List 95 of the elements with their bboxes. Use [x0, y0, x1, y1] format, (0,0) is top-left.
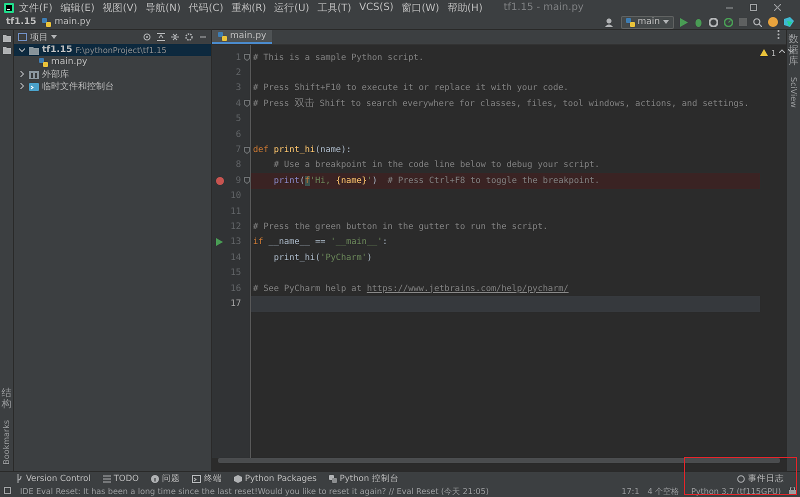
locate-icon[interactable]	[143, 33, 151, 41]
coverage-icon[interactable]	[709, 18, 718, 26]
scratch-file-icon	[29, 82, 39, 90]
code-line: # This is a sample Python script.	[252, 52, 425, 65]
branch-icon	[16, 474, 23, 483]
tree-item[interactable]: 临时文件和控制台	[14, 80, 211, 92]
info-icon	[150, 474, 159, 482]
python-file-icon	[218, 32, 227, 40]
bookmarks-tool-tab[interactable]: Bookmarks	[2, 420, 11, 465]
package-icon	[234, 474, 242, 482]
caret-icon	[51, 35, 57, 39]
breakpoint-icon[interactable]	[216, 176, 224, 185]
tool-window-tab[interactable]: Version Control	[16, 474, 91, 484]
menu-item[interactable]: 编辑(E)	[58, 0, 98, 14]
caret-position[interactable]: 17:1	[622, 486, 640, 496]
tree-item[interactable]: main.py	[14, 56, 211, 68]
status-message[interactable]: IDE Eval Reset: It has been a long time since the last reset!Would you like to reset it again? // Eval Reset (今天 21:05)	[20, 486, 614, 496]
window-title: tf1.15 - main.py	[504, 2, 585, 13]
expand-all-icon[interactable]	[157, 33, 165, 41]
close-icon	[774, 4, 781, 11]
tool-window-tab[interactable]: TODO	[102, 474, 139, 484]
interpreter-selector[interactable]: Python 3.7 (tf115GPU)	[691, 486, 781, 496]
tree-item[interactable]: 外部库	[14, 68, 211, 80]
folder-path: F:\pythonProject\tf1.15	[75, 46, 167, 54]
debug-icon[interactable]	[694, 18, 703, 26]
run-configuration-dropdown[interactable]: main	[620, 16, 674, 28]
terminal-icon	[192, 474, 201, 482]
menu-item[interactable]: 导航(N)	[142, 0, 184, 14]
tree-item-label: main.py	[51, 57, 88, 67]
event-log-icon	[737, 474, 745, 482]
fold-marker-icon[interactable]	[244, 177, 250, 184]
lock-icon[interactable]	[789, 487, 796, 495]
maximize-icon	[750, 4, 757, 11]
fold-marker-icon[interactable]	[244, 54, 250, 62]
code-line: # Press the green button in the gutter to run the script.	[252, 220, 549, 234]
user-icon[interactable]	[604, 18, 614, 26]
sciview-tool-tab[interactable]: SciView	[789, 77, 798, 108]
run-icon[interactable]	[680, 18, 688, 26]
tree-item-label: 临时文件和控制台	[42, 80, 114, 92]
tree-item-label: tf1.15	[42, 45, 72, 55]
collapse-all-icon[interactable]	[171, 33, 179, 41]
structure-tool-tab[interactable]: 结构	[2, 388, 12, 410]
menu-item[interactable]: 文件(F)	[16, 0, 56, 14]
code-line: print_hi('PyCharm')	[272, 252, 374, 265]
code-line: # Use a breakpoint in the code line below to debug your script.	[272, 159, 601, 172]
menu-item[interactable]: 重构(R)	[228, 0, 270, 14]
library-icon	[29, 70, 39, 78]
python-file-icon	[39, 58, 48, 66]
tool-window-tab[interactable]: Python 控制台	[328, 472, 399, 484]
logo-icon[interactable]	[784, 17, 794, 27]
tree-item[interactable]: tf1.15 F:\pythonProject\tf1.15	[14, 44, 211, 56]
project-view-dropdown[interactable]: 项目	[18, 30, 57, 44]
previous-icon[interactable]	[778, 49, 785, 53]
code-line: # Press 双击 Shift to search everywhere for classes, files, tool windows, actions, and settings.	[252, 96, 750, 111]
tree-item-label: 外部库	[42, 68, 69, 80]
settings-icon[interactable]	[185, 33, 193, 41]
more-icon[interactable]	[777, 30, 780, 39]
run-icon[interactable]	[216, 238, 224, 246]
folder-icon	[29, 46, 39, 54]
caret-icon	[663, 20, 669, 24]
menu-item[interactable]: 工具(T)	[314, 0, 354, 14]
tool-window-tab[interactable]: 问题	[150, 472, 180, 484]
search-icon[interactable]	[753, 18, 762, 26]
indent-setting[interactable]: 4 个空格	[647, 486, 680, 496]
status-icon[interactable]	[4, 487, 12, 495]
fold-marker-icon[interactable]	[244, 100, 250, 108]
code-line: # Press Shift+F10 to execute it or replace it with your code.	[252, 82, 570, 96]
code-line: def print_hi(name):	[252, 144, 352, 158]
next-icon[interactable]	[788, 49, 794, 53]
warning-count[interactable]: 1	[771, 49, 776, 58]
list-icon	[102, 474, 111, 482]
menu-item[interactable]: 帮助(H)	[444, 0, 486, 14]
profile-icon[interactable]	[724, 18, 733, 26]
fold-marker-icon[interactable]	[244, 146, 250, 154]
breadcrumb[interactable]: tf1.15	[6, 17, 36, 27]
update-icon[interactable]	[768, 17, 778, 27]
python-file-icon	[42, 18, 52, 26]
warning-icon	[760, 49, 768, 56]
panel-icon	[18, 33, 27, 41]
editor-tab[interactable]: main.py	[212, 30, 272, 44]
menu-item[interactable]: 视图(V)	[100, 0, 140, 14]
menu-item[interactable]: VCS(S)	[356, 2, 397, 13]
breadcrumb[interactable]: main.py	[42, 17, 91, 27]
tool-window-tab[interactable]: 终端	[192, 472, 222, 484]
horizontal-scrollbar[interactable]	[218, 458, 780, 463]
menu-item[interactable]: 窗口(W)	[398, 0, 442, 14]
code-line: # See PyCharm help at https://www.jetbrains.com/help/pycharm/	[252, 282, 570, 296]
line-number: 17	[229, 298, 242, 309]
menu-item[interactable]: 代码(C)	[186, 0, 226, 14]
event-log-tab[interactable]: 事件日志	[737, 472, 784, 484]
tool-window-tab[interactable]: Python Packages	[234, 474, 317, 484]
code-line: if __name__ == '__main__':	[252, 236, 389, 250]
menu-item[interactable]: 运行(U)	[271, 0, 312, 14]
database-tool-tab[interactable]: 数据库	[788, 34, 798, 67]
python-file-icon	[626, 18, 634, 26]
